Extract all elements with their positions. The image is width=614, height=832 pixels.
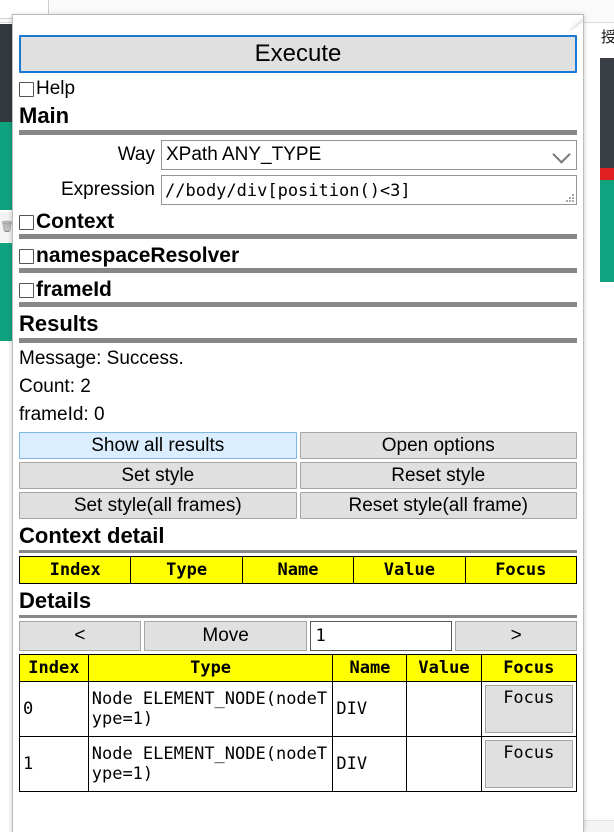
frame-id-row[interactable]: frameId bbox=[19, 279, 577, 301]
details-title: Details bbox=[19, 588, 92, 613]
results-count: Count: 2 bbox=[19, 376, 91, 397]
execute-button[interactable]: Execute bbox=[19, 35, 577, 73]
background-left-dark-band bbox=[0, 24, 12, 122]
context-detail-header-focus: Focus bbox=[464, 556, 578, 584]
context-detail-header-row: Index Type Name Value Focus bbox=[18, 556, 578, 584]
table-row: 0 Node ELEMENT_NODE(nodeType=1) DIV Focu… bbox=[19, 681, 578, 737]
help-row[interactable]: Help bbox=[19, 79, 577, 99]
expression-input[interactable]: //body/div[position()<3] bbox=[161, 175, 577, 205]
results-section-rule bbox=[19, 338, 577, 343]
move-prev-button[interactable]: < bbox=[19, 621, 141, 651]
details-cell-index: 1 bbox=[19, 736, 89, 792]
main-section-title: Main bbox=[19, 103, 70, 128]
help-checkbox[interactable] bbox=[19, 81, 34, 97]
details-cell-value bbox=[406, 681, 482, 737]
details-header-row: Index Type Name Value Focus bbox=[19, 654, 578, 682]
resize-grip-icon[interactable] bbox=[565, 193, 574, 202]
expression-value: //body/div[position()<3] bbox=[165, 181, 411, 201]
help-label: Help bbox=[36, 78, 76, 99]
reset-style-button[interactable]: Reset style bbox=[299, 462, 577, 489]
details-cell-type: Node ELEMENT_NODE(nodeType=1) bbox=[87, 736, 334, 792]
frame-id-rule bbox=[19, 302, 577, 307]
focus-button[interactable]: Focus bbox=[484, 685, 573, 733]
context-label: Context bbox=[36, 210, 115, 233]
background-left-green-band-1 bbox=[0, 122, 12, 210]
set-style-button[interactable]: Set style bbox=[19, 462, 297, 489]
open-options-button[interactable]: Open options bbox=[299, 432, 577, 459]
details-header-name: Name bbox=[332, 654, 408, 682]
context-rule bbox=[19, 234, 577, 239]
background-right-glyph: 授 bbox=[601, 28, 614, 46]
move-next-button[interactable]: > bbox=[455, 621, 578, 651]
namespace-resolver-row[interactable]: namespaceResolver bbox=[19, 245, 577, 267]
way-select-value: XPath ANY_TYPE bbox=[166, 144, 322, 165]
background-right-red-band bbox=[600, 168, 614, 180]
xpath-extension-panel: Execute Help Main Way XPath ANY_TYPE Exp… bbox=[12, 14, 584, 832]
context-detail-rule bbox=[19, 550, 577, 553]
namespace-resolver-label: namespaceResolver bbox=[36, 244, 240, 267]
table-row: 1 Node ELEMENT_NODE(nodeType=1) DIV Focu… bbox=[19, 736, 578, 792]
move-button[interactable]: Move bbox=[143, 621, 308, 651]
context-detail-title: Context detail bbox=[19, 523, 165, 548]
details-header-index: Index bbox=[19, 654, 89, 682]
details-cell-focus: Focus bbox=[480, 736, 578, 792]
frame-id-label: frameId bbox=[36, 278, 112, 301]
move-index-input[interactable]: 1 bbox=[310, 621, 453, 651]
details-cell-name: DIV bbox=[332, 681, 408, 737]
background-right-dark-band bbox=[600, 58, 614, 168]
screen-root: 🗑 授 Execute Help Main Way XPath ANY_TYPE… bbox=[0, 0, 614, 832]
details-cell-focus: Focus bbox=[480, 681, 578, 737]
context-detail-header-name: Name bbox=[241, 556, 355, 584]
details-cell-value bbox=[406, 736, 482, 792]
background-left-green-band-2 bbox=[0, 243, 12, 341]
context-detail-header-value: Value bbox=[353, 556, 466, 584]
way-label: Way bbox=[117, 144, 155, 165]
details-table: Index Type Name Value Focus 0 Node ELEME… bbox=[19, 654, 578, 792]
popup-caret-icon bbox=[569, 15, 583, 33]
expression-row: Expression //body/div[position()<3] bbox=[19, 175, 577, 205]
namespace-resolver-checkbox[interactable] bbox=[19, 248, 34, 264]
context-detail-header-type: Type bbox=[130, 556, 243, 584]
background-right-green-band bbox=[600, 180, 614, 282]
main-section-rule bbox=[19, 130, 577, 135]
details-rule bbox=[19, 615, 577, 618]
context-row[interactable]: Context bbox=[19, 211, 577, 233]
results-button-grid: Show all results Open options Set style … bbox=[19, 432, 577, 519]
trash-icon: 🗑 bbox=[0, 212, 12, 242]
way-row: Way XPath ANY_TYPE bbox=[19, 140, 577, 170]
details-cell-index: 0 bbox=[19, 681, 89, 737]
focus-button[interactable]: Focus bbox=[484, 740, 573, 788]
details-header-type: Type bbox=[87, 654, 334, 682]
details-header-value: Value bbox=[406, 654, 482, 682]
expression-label: Expression bbox=[61, 179, 155, 200]
details-cell-name: DIV bbox=[332, 736, 408, 792]
chevron-down-icon bbox=[552, 145, 571, 164]
results-message: Message: Success. bbox=[19, 348, 184, 369]
details-cell-type: Node ELEMENT_NODE(nodeType=1) bbox=[87, 681, 334, 737]
results-section-title: Results bbox=[19, 311, 99, 336]
namespace-resolver-rule bbox=[19, 268, 577, 273]
reset-style-all-frames-button[interactable]: Reset style(all frame) bbox=[299, 492, 577, 519]
context-detail-header-index: Index bbox=[18, 556, 132, 584]
context-checkbox[interactable] bbox=[19, 214, 34, 230]
context-detail-table: Index Type Name Value Focus bbox=[18, 556, 578, 584]
details-move-row: < Move 1 > bbox=[19, 621, 578, 651]
details-header-focus: Focus bbox=[480, 654, 578, 682]
frame-id-checkbox[interactable] bbox=[19, 282, 34, 298]
results-frame-id: frameId: 0 bbox=[19, 404, 105, 425]
set-style-all-frames-button[interactable]: Set style(all frames) bbox=[19, 492, 297, 519]
way-select[interactable]: XPath ANY_TYPE bbox=[161, 140, 577, 170]
show-all-results-button[interactable]: Show all results bbox=[19, 432, 297, 459]
